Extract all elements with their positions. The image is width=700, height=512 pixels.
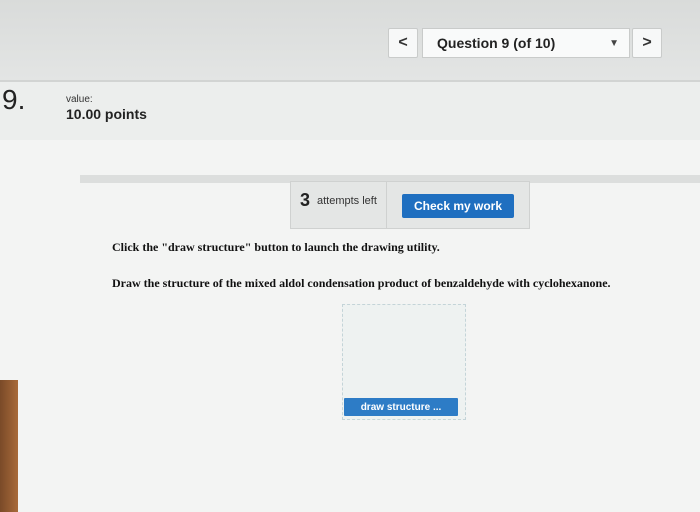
check-my-work-button[interactable]: Check my work	[402, 194, 514, 218]
divider	[386, 182, 387, 228]
background-edge	[0, 380, 18, 512]
question-selector-label: Question 9 (of 10)	[437, 35, 556, 51]
instruction-draw-button: Click the "draw structure" button to lau…	[112, 240, 440, 254]
instruction-question-prompt: Draw the structure of the mixed aldol co…	[112, 276, 611, 290]
value-label: value:	[66, 94, 93, 105]
chevron-left-icon: <	[398, 34, 408, 51]
question-number: 9.	[2, 84, 26, 115]
divider	[0, 80, 700, 82]
next-question-button[interactable]: >	[632, 28, 662, 58]
chevron-down-icon: ▼	[609, 38, 619, 49]
question-selector-dropdown[interactable]: Question 9 (of 10) ▼	[422, 28, 630, 58]
question-points: 10.00 points	[66, 106, 147, 122]
draw-structure-button[interactable]: draw structure ...	[344, 398, 458, 416]
attempts-label: attempts left	[317, 195, 377, 207]
attempts-count: 3	[300, 190, 311, 210]
previous-question-button[interactable]: <	[388, 28, 418, 58]
chevron-right-icon: >	[642, 34, 652, 51]
